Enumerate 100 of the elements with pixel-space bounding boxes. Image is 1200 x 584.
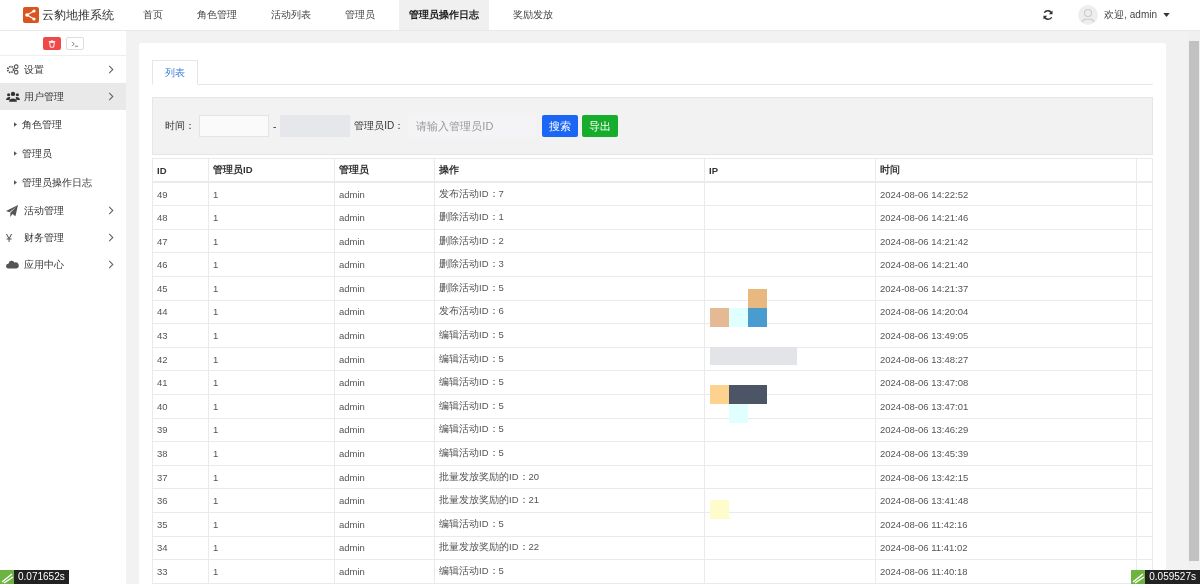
admin-id-field[interactable]: 请输入管理员ID: [408, 115, 537, 137]
table-cell: 批量发放奖励的ID：20: [434, 465, 705, 489]
table-cell: 2024-08-06 14:20:04: [875, 300, 1137, 324]
table-cell: 38: [152, 441, 209, 466]
table-cell: 2024-08-06 13:42:15: [875, 465, 1137, 489]
table-cell: admin: [334, 370, 435, 395]
table-cell: 44: [152, 300, 209, 324]
column-header: ID: [152, 158, 209, 183]
table-cell: 2024-08-06 14:21:40: [875, 252, 1137, 277]
table-cell: 1: [208, 441, 335, 466]
app-title: 云豹地推系统: [42, 6, 114, 24]
chevron-icon: [108, 260, 114, 269]
table-cell: admin: [334, 252, 435, 277]
chevron-icon: [108, 92, 114, 101]
table-cell: 删除活动ID：2: [434, 229, 705, 253]
table-cell: 1: [208, 394, 335, 419]
submenu-item[interactable]: 管理员操作日志: [0, 168, 126, 197]
table-cell: 1: [208, 182, 335, 206]
table-cell: 1: [208, 418, 335, 442]
nav-tab[interactable]: 管理员操作日志: [399, 0, 489, 30]
paper-plane-icon: [6, 204, 18, 217]
date-separator: -: [273, 120, 277, 132]
table-cell: 1: [208, 488, 335, 513]
table-cell: 编辑活动ID：5: [434, 370, 705, 395]
table-cell: 2024-08-06 13:49:05: [875, 323, 1137, 348]
sidebar-item[interactable]: 活动管理: [0, 197, 126, 224]
column-header: IP: [704, 158, 876, 183]
table-cell: admin: [334, 323, 435, 348]
table-cell: 2024-08-06 14:21:42: [875, 229, 1137, 253]
table-cell: 1: [208, 347, 335, 371]
table-cell: 45: [152, 276, 209, 301]
table-cell: 41: [152, 370, 209, 395]
table-cell: 2024-08-06 13:47:08: [875, 370, 1137, 395]
table-cell: 2024-08-06 11:42:16: [875, 512, 1137, 536]
search-button[interactable]: 搜索: [542, 115, 579, 137]
avatar-icon[interactable]: [1078, 5, 1099, 25]
time-label: 时间：: [165, 119, 195, 133]
table-cell: 1: [208, 300, 335, 324]
table-cell: admin: [334, 205, 435, 230]
table-cell: 批量发放奖励的ID：21: [434, 488, 705, 513]
table-cell: admin: [334, 229, 435, 253]
table-cell: 发布活动ID：7: [434, 182, 705, 206]
table-cell: admin: [334, 441, 435, 466]
table-cell: 1: [208, 229, 335, 253]
table-cell: 2024-08-06 13:48:27: [875, 347, 1137, 371]
terminal-button[interactable]: [65, 37, 84, 50]
chevron-icon: [108, 65, 114, 74]
refresh-icon[interactable]: [1042, 9, 1055, 21]
table-cell: 46: [152, 252, 209, 277]
column-header: 管理员ID: [208, 158, 335, 183]
table-cell: 发布活动ID：6: [434, 300, 705, 324]
triangle-icon: [14, 122, 17, 127]
chevron-icon: [108, 206, 114, 215]
table-cell: admin: [334, 394, 435, 419]
table-cell: admin: [334, 182, 435, 206]
table-cell: 34: [152, 536, 209, 560]
table-cell: 编辑活动ID：5: [434, 394, 705, 419]
user-menu[interactable]: 欢迎, admin: [1104, 8, 1157, 22]
nav-tab[interactable]: 奖励发放: [503, 0, 563, 30]
table-cell: 1: [208, 323, 335, 348]
table-cell: 2024-08-06 14:21:46: [875, 205, 1137, 230]
table-cell: admin: [334, 512, 435, 536]
tab[interactable]: 列表: [152, 60, 198, 85]
column-header: 操作: [434, 158, 705, 183]
nav-tab[interactable]: 角色管理: [187, 0, 247, 30]
sidebar-item[interactable]: ¥ 财务管理: [0, 224, 126, 251]
table-cell: 编辑活动ID：5: [434, 441, 705, 466]
trash-icon: [47, 39, 56, 48]
terminal-icon: [70, 40, 79, 47]
table-cell: admin: [334, 559, 435, 584]
yen-icon: ¥: [6, 231, 13, 244]
clear-button[interactable]: [42, 37, 61, 50]
submenu-item[interactable]: 角色管理: [0, 110, 126, 139]
nav-tab[interactable]: 首页: [133, 0, 173, 30]
table-cell: 36: [152, 488, 209, 513]
sidebar-item[interactable]: 用户管理: [0, 83, 126, 110]
table-cell: 1: [208, 559, 335, 584]
table-cell: 2024-08-06 11:41:02: [875, 536, 1137, 560]
caret-icon[interactable]: [1163, 13, 1170, 17]
column-header: 管理员: [334, 158, 435, 183]
users-icon: [6, 91, 20, 102]
table-cell: admin: [334, 418, 435, 442]
sidebar-item[interactable]: 设置: [0, 56, 126, 83]
table-cell: 40: [152, 394, 209, 419]
triangle-icon: [14, 151, 17, 156]
nav-tab[interactable]: 管理员: [335, 0, 385, 30]
table-cell: 1: [208, 252, 335, 277]
table-cell: 2024-08-06 14:21:37: [875, 276, 1137, 301]
table-cell: 39: [152, 418, 209, 442]
table-cell: 删除活动ID：3: [434, 252, 705, 277]
nav-tab[interactable]: 活动列表: [261, 0, 321, 30]
admin-id-label: 管理员ID：: [354, 119, 405, 133]
table-cell: 47: [152, 229, 209, 253]
submenu-item[interactable]: 管理员: [0, 139, 126, 168]
table-cell: 删除活动ID：1: [434, 205, 705, 230]
table-cell: 编辑活动ID：5: [434, 323, 705, 348]
triangle-icon: [14, 180, 17, 185]
sidebar-item[interactable]: 应用中心: [0, 251, 126, 278]
table-cell: 2024-08-06 13:46:29: [875, 418, 1137, 442]
table-cell: 1: [208, 370, 335, 395]
